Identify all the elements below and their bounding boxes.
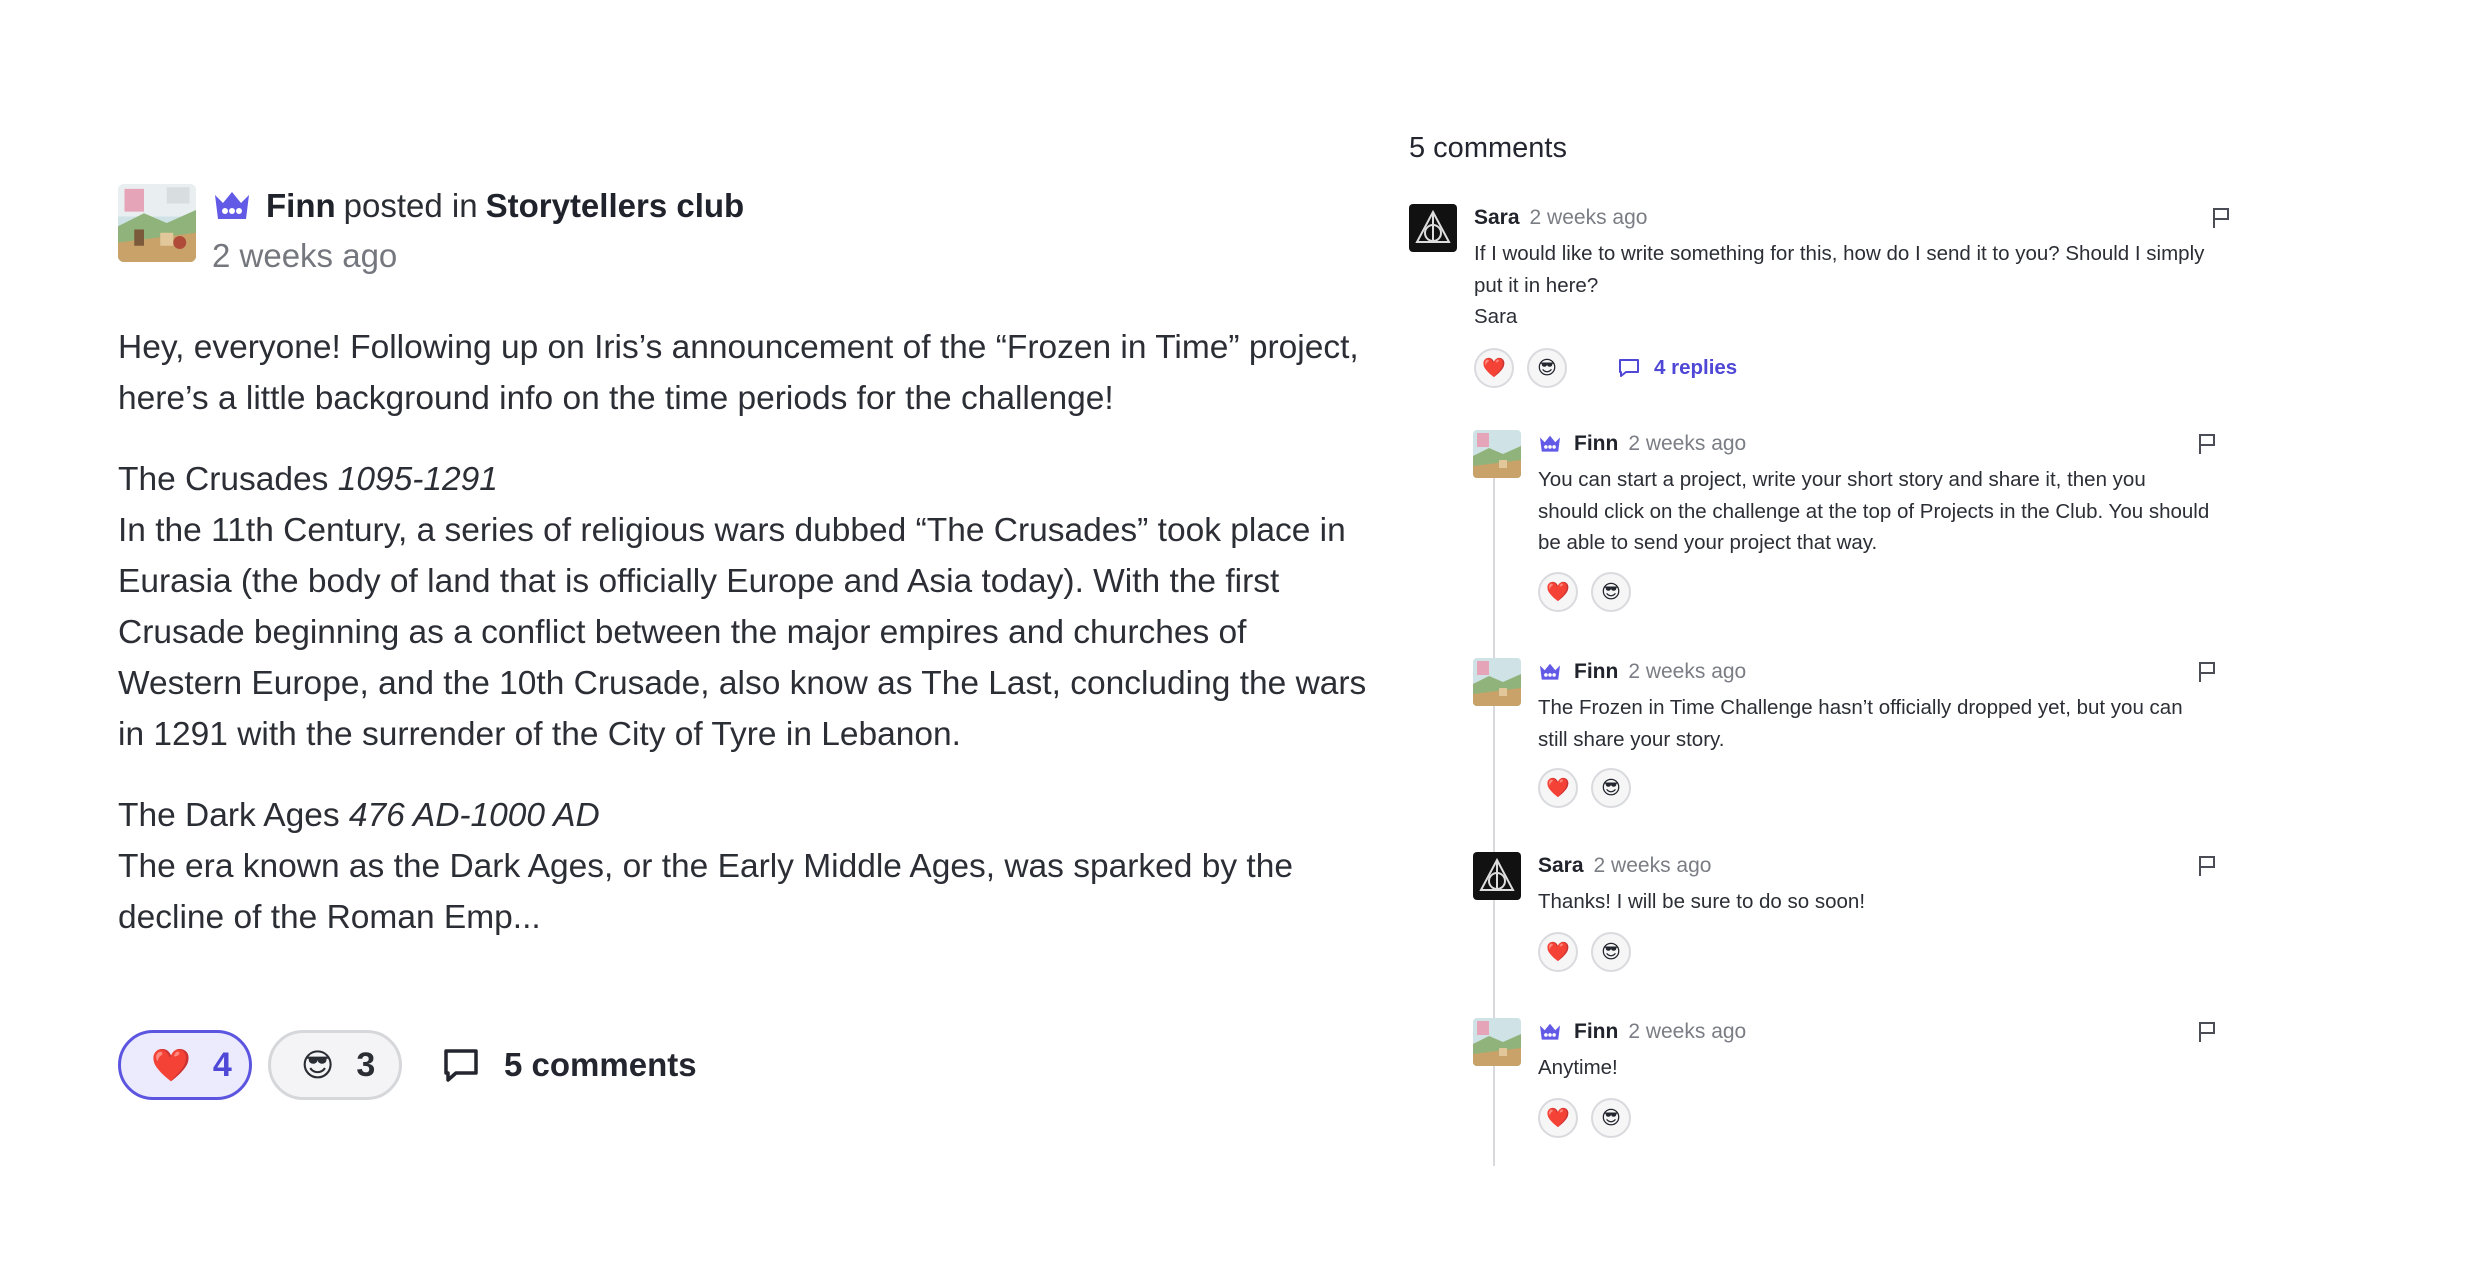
comment-text: Anytime! <box>1538 1052 1618 1084</box>
reply-item: Finn 2 weeks ago The Frozen in Time Chal… <box>1473 658 2249 828</box>
post-card: Finn posted in Storytellers club 2 weeks… <box>118 184 1378 973</box>
comment-line: Anytime! <box>1538 1056 1618 1079</box>
heart-emoji-icon: ❤️ <box>151 1047 191 1083</box>
comment-time: 2 weeks ago <box>1628 1020 1747 1043</box>
comment-author[interactable]: Finn <box>1574 430 1618 458</box>
post-intro: Hey, everyone! Following up on Iris’s an… <box>118 329 1359 417</box>
post-header: Finn posted in Storytellers club 2 weeks… <box>118 184 1378 278</box>
heart-reaction-button[interactable]: ❤️ <box>1538 932 1578 972</box>
comment-line: be able to send your project that way. <box>1538 531 1878 554</box>
heart-reaction-button[interactable]: ❤️ <box>1538 768 1578 808</box>
post-byline: Finn posted in Storytellers club <box>212 186 744 226</box>
heart-reaction-button[interactable]: ❤️ 4 <box>118 1030 252 1100</box>
comment-text: Thanks! I will be sure to do so soon! <box>1538 886 1865 918</box>
comments-count-label: 5 comments <box>504 1046 697 1083</box>
comment-line: You can start a project, write your shor… <box>1538 468 2146 491</box>
flag-icon[interactable] <box>2195 432 2219 456</box>
section-title: The Dark Ages <box>118 797 340 834</box>
crown-icon <box>1540 1023 1560 1040</box>
finn-avatar[interactable] <box>1473 658 1521 706</box>
comment-author[interactable]: Sara <box>1474 204 1520 232</box>
flag-icon[interactable] <box>2195 1020 2219 1044</box>
comment-reactions: ❤️ 😎 <box>1538 572 1644 612</box>
comment-text: If I would like to write something for t… <box>1474 238 2204 333</box>
comments-heading: 5 comments <box>1409 132 1567 164</box>
comment-author[interactable]: Finn <box>1574 1018 1618 1046</box>
cool-reaction-button[interactable]: 😎 3 <box>268 1030 402 1100</box>
author-avatar[interactable] <box>118 184 196 262</box>
section-dates: 476 AD-1000 AD <box>348 797 600 834</box>
comment-reactions: ❤️ 😎 <box>1538 932 1644 972</box>
heart-reaction-button[interactable]: ❤️ <box>1538 572 1578 612</box>
flag-icon[interactable] <box>2195 660 2219 684</box>
club-link[interactable]: Storytellers club <box>486 186 745 226</box>
comment-reactions: ❤️ 😎 4 replies <box>1474 348 1737 388</box>
comment-line: The Frozen in Time Challenge hasn’t offi… <box>1538 696 2183 719</box>
cool-reaction-button[interactable]: 😎 <box>1591 768 1631 808</box>
reply-item: Sara 2 weeks ago Thanks! I will be sure … <box>1473 852 2249 1002</box>
comment-header: Finn 2 weeks ago <box>1538 430 1746 458</box>
comment-header: Sara 2 weeks ago <box>1538 852 1711 880</box>
comment-line: Thanks! I will be sure to do so soon! <box>1538 890 1866 913</box>
sara-avatar[interactable] <box>1409 204 1457 252</box>
comment-line: put it in here? <box>1474 273 1599 297</box>
heart-reaction-button[interactable]: ❤️ <box>1474 348 1514 388</box>
sunglasses-emoji-icon: 😎 <box>301 1047 335 1083</box>
section-body: In the 11th Century, a series of religio… <box>118 512 1367 753</box>
comment-line: should click on the challenge at the top… <box>1538 499 2210 523</box>
post-timestamp: 2 weeks ago <box>212 237 398 274</box>
comment-time: 2 weeks ago <box>1593 854 1712 877</box>
comment-author[interactable]: Sara <box>1538 852 1584 880</box>
crown-icon <box>215 192 249 219</box>
comment-header: Finn 2 weeks ago <box>1538 1018 1746 1046</box>
comment-text: The Frozen in Time Challenge hasn’t offi… <box>1538 692 2183 755</box>
section-title: The Crusades <box>118 461 329 498</box>
comment-header: Finn 2 weeks ago <box>1538 658 1746 686</box>
replies-toggle[interactable]: 4 replies <box>1618 356 1737 380</box>
comment-line: Sara <box>1474 305 1518 328</box>
heart-reaction-button[interactable]: ❤️ <box>1538 1098 1578 1138</box>
cool-reaction-button[interactable]: 😎 <box>1591 572 1631 612</box>
reaction-count: 3 <box>356 1045 376 1084</box>
comment-header: Sara 2 weeks ago <box>1474 204 1647 232</box>
cool-reaction-button[interactable]: 😎 <box>1527 348 1567 388</box>
replies-count: 4 replies <box>1654 356 1738 379</box>
crown-icon <box>1540 435 1560 452</box>
comment-bubble-icon <box>1619 359 1639 377</box>
finn-avatar[interactable] <box>1473 430 1521 478</box>
reaction-count: 4 <box>212 1045 232 1084</box>
cool-reaction-button[interactable]: 😎 <box>1591 932 1631 972</box>
comment-text: You can start a project, write your shor… <box>1538 464 2209 559</box>
reply-item: Finn 2 weeks ago You can start a project… <box>1473 430 2249 630</box>
post-body: Hey, everyone! Following up on Iris’s an… <box>118 322 1378 943</box>
comment-bubble-icon <box>444 1049 478 1082</box>
post-meta: Finn posted in Storytellers club 2 weeks… <box>212 184 744 278</box>
comment-reactions: ❤️ 😎 <box>1538 768 1644 808</box>
flag-icon[interactable] <box>2195 854 2219 878</box>
comment-line: If I would like to write something for t… <box>1474 242 2205 265</box>
comment-author[interactable]: Finn <box>1574 658 1618 686</box>
post-actions: ❤️ 4 😎 3 5 comments <box>118 1030 697 1100</box>
reply-item: Finn 2 weeks ago Anytime! ❤️ 😎 <box>1473 1018 2249 1168</box>
flag-icon[interactable] <box>2209 206 2233 230</box>
comment-time: 2 weeks ago <box>1529 206 1648 229</box>
finn-avatar[interactable] <box>1473 1018 1521 1066</box>
comment-item: Sara 2 weeks ago If I would like to writ… <box>1409 204 2249 394</box>
crown-icon <box>1540 663 1560 680</box>
section-body: The era known as the Dark Ages, or the E… <box>118 848 1293 936</box>
cool-reaction-button[interactable]: 😎 <box>1591 1098 1631 1138</box>
post-author-name[interactable]: Finn <box>266 186 336 226</box>
comments-button[interactable]: 5 comments <box>442 1046 697 1084</box>
section-dates: 1095-1291 <box>337 461 498 498</box>
post-section-dark-ages: The Dark Ages 476 AD-1000 AD The era kno… <box>118 790 1378 943</box>
comment-line: still share your story. <box>1538 727 1725 751</box>
comment-reactions: ❤️ 😎 <box>1538 1098 1644 1138</box>
comment-time: 2 weeks ago <box>1628 660 1747 683</box>
posted-in-text: posted in <box>343 187 478 224</box>
post-section-crusades: The Crusades 1095-1291 In the 11th Centu… <box>118 454 1378 760</box>
sara-avatar[interactable] <box>1473 852 1521 900</box>
comment-time: 2 weeks ago <box>1628 432 1747 455</box>
